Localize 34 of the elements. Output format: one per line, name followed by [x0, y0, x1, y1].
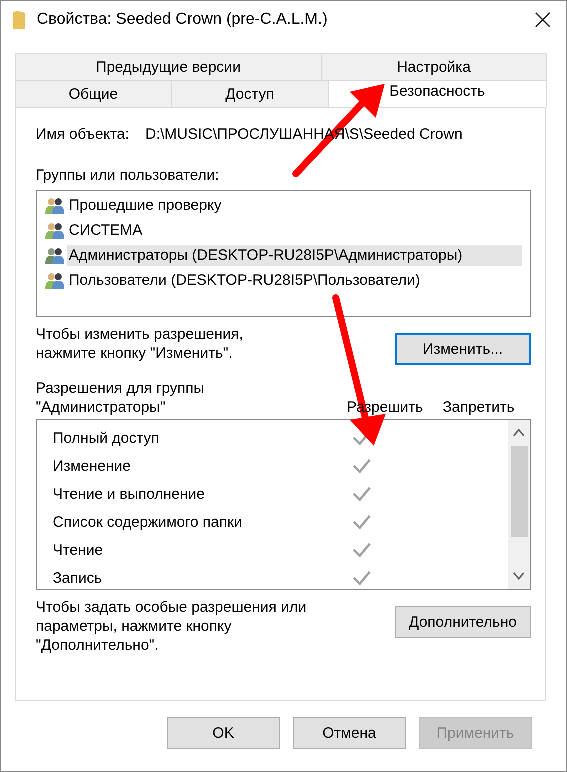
hint-text: Чтобы изменить разрешения, нажмите кнопку "Изменить".	[36, 325, 244, 364]
hint-text: Чтобы задать особые разрешения или параметры, нажмите кнопку "Дополнительно".	[36, 598, 307, 655]
section-label: Группы или пользователи:	[36, 167, 220, 184]
permission-name: Список содержимого папки	[53, 514, 244, 530]
users-icon	[45, 196, 65, 214]
users-icon	[45, 246, 65, 264]
group-item[interactable]: Прошедшие проверку	[67, 195, 224, 216]
section-label: Разрешения для группы "Администраторы"	[36, 379, 206, 417]
permission-name: Изменение	[53, 458, 132, 474]
users-icon	[45, 222, 65, 240]
scroll-thumb[interactable]	[510, 446, 528, 537]
change-button[interactable]: Изменить...	[395, 333, 531, 365]
tab[interactable]: Общие	[15, 80, 172, 107]
tab[interactable]: Предыдущие версии	[15, 53, 322, 80]
permission-name: Запись	[53, 570, 104, 586]
scrollbar[interactable]	[508, 420, 530, 589]
dialog-button[interactable]: Отмена	[293, 717, 406, 749]
group-item[interactable]: Пользователи (DESKTOP-RU28I5P\Пользователи)	[67, 270, 422, 291]
permission-name: Полный доступ	[53, 430, 160, 446]
folder-icon	[13, 11, 25, 29]
tab[interactable]: Настройка	[321, 53, 547, 80]
tab[interactable]: Безопасность	[328, 80, 547, 107]
column-header: Запретить	[443, 398, 516, 417]
advanced-button[interactable]: Дополнительно	[395, 606, 531, 638]
permission-name: Чтение	[53, 542, 104, 558]
group-item[interactable]: СИСТЕМА	[67, 220, 145, 241]
dialog-button[interactable]: OK	[167, 717, 280, 749]
close-icon	[535, 12, 551, 28]
group-item[interactable]: Администраторы (DESKTOP-RU28I5P\Администраторы)	[67, 245, 522, 266]
window-title: Свойства: Seeded Crown (pre-C.A.L.M.)	[37, 11, 329, 29]
field-label: Имя объекта:	[36, 126, 130, 143]
users-icon	[45, 272, 65, 290]
tab[interactable]: Доступ	[171, 80, 329, 107]
permission-name: Чтение и выполнение	[53, 486, 206, 502]
